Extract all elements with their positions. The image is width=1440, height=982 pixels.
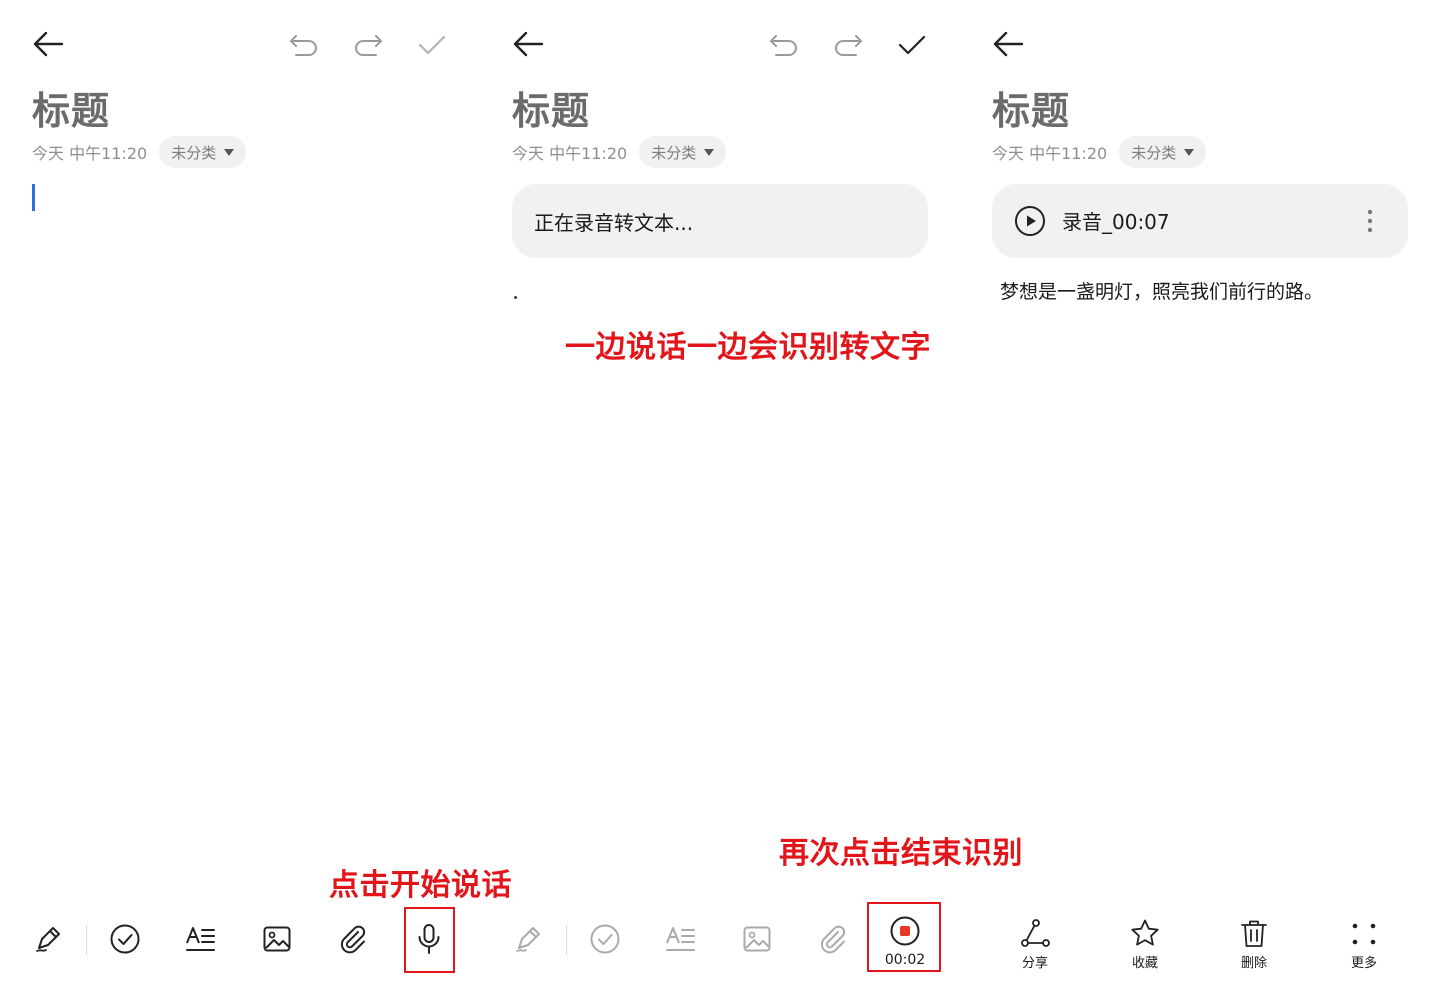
undo-icon <box>770 35 797 56</box>
share-label: 分享 <box>1021 956 1048 971</box>
star-icon <box>1131 919 1159 946</box>
caret-down-icon <box>1184 148 1195 156</box>
category-label: 未分类 <box>171 143 217 162</box>
insert-image-button[interactable] <box>738 920 776 958</box>
undo-button[interactable] <box>764 28 804 62</box>
note-title[interactable]: 标题 <box>992 80 1070 135</box>
insert-image-button[interactable] <box>258 920 296 958</box>
paperclip-icon <box>340 925 366 954</box>
note-date: 今天 中午11:20 <box>512 144 628 163</box>
checklist-button[interactable] <box>586 920 624 958</box>
share-icon <box>1021 919 1050 947</box>
pen-icon <box>516 927 540 952</box>
text-format-icon <box>666 927 695 951</box>
check-icon <box>418 35 446 55</box>
note-editor-empty: 标题 今天 中午11:20 未分类 <box>0 0 480 982</box>
image-icon <box>263 926 291 952</box>
favorite-button[interactable]: 收藏 <box>1105 918 1185 974</box>
text-format-button[interactable] <box>662 920 700 958</box>
checklist-icon <box>110 924 140 954</box>
redo-button[interactable] <box>348 28 388 62</box>
text-cursor[interactable] <box>514 296 517 299</box>
more-label: 更多 <box>1350 956 1377 971</box>
more-vertical-icon[interactable] <box>1362 208 1378 236</box>
transcript-text[interactable]: 梦想是一盏明灯，照亮我们前行的路。 <box>1000 277 1323 304</box>
annotation-speak-while: 一边说话一边会识别转文字 <box>565 330 931 365</box>
undo-icon <box>290 35 317 56</box>
category-label: 未分类 <box>651 143 697 162</box>
check-icon <box>898 35 926 55</box>
note-meta: 今天 中午11:20 未分类 <box>32 136 247 168</box>
transcribing-status-text: 正在录音转文本... <box>534 210 694 235</box>
note-meta: 今天 中午11:20 未分类 <box>992 136 1207 168</box>
transcribing-status-card: 正在录音转文本... <box>512 184 928 258</box>
handwriting-button[interactable] <box>30 920 68 958</box>
category-dropdown[interactable]: 未分类 <box>159 136 247 168</box>
redo-button[interactable] <box>828 28 868 62</box>
audio-name: 录音_00:07 <box>1062 210 1170 234</box>
back-arrow-icon <box>993 31 1024 57</box>
toolbar-divider <box>86 925 87 955</box>
audio-attachment-card[interactable]: 录音_00:07 <box>992 184 1408 258</box>
pen-icon <box>36 927 60 952</box>
back-arrow-icon <box>513 31 544 57</box>
note-date: 今天 中午11:20 <box>992 144 1108 163</box>
redo-icon <box>355 35 382 56</box>
category-label: 未分类 <box>1131 143 1177 162</box>
attachment-button[interactable] <box>814 920 852 958</box>
play-icon[interactable] <box>1014 205 1046 237</box>
favorite-label: 收藏 <box>1131 956 1158 971</box>
note-date: 今天 中午11:20 <box>32 144 148 163</box>
annotation-tap-end: 再次点击结束识别 <box>779 836 1023 871</box>
annotation-tap-start: 点击开始说话 <box>329 868 512 903</box>
back-arrow-icon <box>33 31 64 57</box>
delete-button[interactable]: 删除 <box>1214 918 1294 974</box>
back-button[interactable] <box>988 26 1028 62</box>
handwriting-button[interactable] <box>510 920 548 958</box>
caret-down-icon <box>704 148 715 156</box>
note-title[interactable]: 标题 <box>32 80 110 135</box>
trash-icon <box>1241 920 1267 947</box>
note-meta: 今天 中午11:20 未分类 <box>512 136 727 168</box>
text-format-icon <box>186 927 215 951</box>
mic-highlight-box <box>404 907 455 973</box>
done-button[interactable] <box>412 28 452 62</box>
redo-icon <box>835 35 862 56</box>
category-dropdown[interactable]: 未分类 <box>1119 136 1207 168</box>
toolbar-divider <box>566 925 567 955</box>
back-button[interactable] <box>28 26 68 62</box>
text-format-button[interactable] <box>182 920 220 958</box>
grid-more-icon <box>1352 923 1376 945</box>
delete-label: 删除 <box>1240 956 1267 971</box>
category-dropdown[interactable]: 未分类 <box>639 136 727 168</box>
done-button[interactable] <box>892 28 932 62</box>
image-icon <box>743 926 771 952</box>
checklist-button[interactable] <box>106 920 144 958</box>
back-button[interactable] <box>508 26 548 62</box>
note-view-result: 标题 今天 中午11:20 未分类 录音_00:07 梦想是一盏明灯，照亮我们前… <box>960 0 1440 982</box>
more-button[interactable]: 更多 <box>1324 918 1404 974</box>
note-title[interactable]: 标题 <box>512 80 590 135</box>
undo-button[interactable] <box>284 28 324 62</box>
checklist-icon <box>590 924 620 954</box>
share-button[interactable]: 分享 <box>995 918 1075 974</box>
text-cursor[interactable] <box>32 184 35 211</box>
stop-highlight-box <box>867 902 941 972</box>
caret-down-icon <box>224 148 235 156</box>
paperclip-icon <box>820 925 846 954</box>
attachment-button[interactable] <box>334 920 372 958</box>
